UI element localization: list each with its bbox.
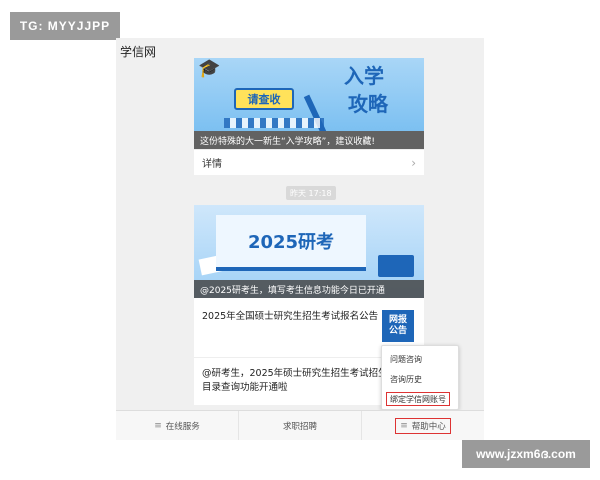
tab-online-service-label: 在线服务 xyxy=(165,421,200,432)
chevron-right-icon: › xyxy=(411,156,416,170)
menu-icon: ≡ xyxy=(400,420,408,431)
bottom-menu-bar: ≡ 在线服务 求职招聘 ≡ 帮助中心 xyxy=(116,410,484,440)
tab-help-center-highlight: ≡ 帮助中心 xyxy=(395,417,451,434)
tab-help-center[interactable]: ≡ 帮助中心 xyxy=(361,411,484,440)
banner-tag: 请查收 xyxy=(234,88,294,110)
menu-icon: ≡ xyxy=(154,420,162,431)
account-title: 学信网 xyxy=(120,44,157,59)
watermark-top-left: TG: MYYJJPP xyxy=(10,12,120,40)
thumb-line-2: 公告 xyxy=(388,326,407,336)
thumb-line-1: 网报 xyxy=(388,315,407,325)
detail-label: 详情 xyxy=(202,159,222,170)
watermark-bottom-right: www.jzxm6ദ.com xyxy=(462,440,590,468)
tab-online-service[interactable]: ≡ 在线服务 xyxy=(116,411,238,440)
graduation-cap-icon: 🎓 xyxy=(198,58,221,79)
menu-item-question-consult[interactable]: 问题咨询 xyxy=(390,352,422,366)
article-card-1-banner[interactable]: 🎓 请查收 入学 攻略 xyxy=(194,58,424,131)
article-card-2-caption[interactable]: @2025研考生，填写考生信息功能今日已开通 xyxy=(194,280,424,298)
help-center-popup-menu: 问题咨询 咨询历史 绑定学信网账号 xyxy=(381,345,459,410)
banner-heading-line2: 攻略 xyxy=(348,92,388,116)
banner-board: 2025研考 xyxy=(216,215,366,271)
wechat-account-screen: 学信网 🎓 请查收 入学 攻略 这份特殊的大一新生“入学攻略”，建议收藏! 详情… xyxy=(116,38,484,440)
article-card-1-detail-link[interactable]: 详情 › xyxy=(194,149,424,175)
tab-job-recruitment-label: 求职招聘 xyxy=(282,421,317,432)
tab-job-recruitment[interactable]: 求职招聘 xyxy=(238,411,361,440)
article-title-1: 2025年全国硕士研究生招生考试报名公告 xyxy=(202,311,379,322)
banner-stripes xyxy=(224,118,324,128)
menu-item-bind-account[interactable]: 绑定学信网账号 xyxy=(386,392,450,406)
books-icon xyxy=(378,255,414,277)
message-timestamp: 昨天 17:18 xyxy=(286,186,336,200)
article-thumbnail-1: 网报 公告 xyxy=(382,310,414,342)
banner-heading: 2025研考 xyxy=(247,232,335,253)
article-card-1[interactable]: 🎓 请查收 入学 攻略 这份特殊的大一新生“入学攻略”，建议收藏! 详情 › xyxy=(194,58,424,175)
menu-item-consult-history[interactable]: 咨询历史 xyxy=(390,372,422,386)
banner-heading-line1: 入学 xyxy=(344,64,384,88)
article-card-1-caption[interactable]: 这份特殊的大一新生“入学攻略”，建议收藏! xyxy=(194,131,424,149)
tab-help-center-label: 帮助中心 xyxy=(411,421,446,432)
